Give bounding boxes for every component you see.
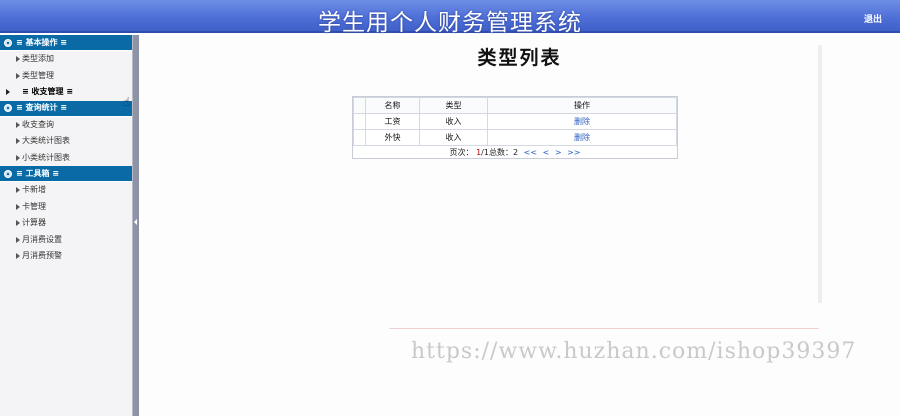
sidebar-item-card-add[interactable]: 卡新增 bbox=[0, 182, 132, 199]
sidebar-item-calculator[interactable]: 计算器 bbox=[0, 215, 132, 232]
sidebar-item-label: 计算器 bbox=[22, 218, 46, 227]
column-header-type: 类型 bbox=[419, 97, 488, 114]
watermark-text: https://www.huzhan.com/ishop39397 bbox=[411, 339, 857, 364]
sidebar-group-label: ≡ 工具箱 ≡ bbox=[16, 168, 59, 178]
sidebar-item-label: 类型管理 bbox=[22, 70, 54, 80]
sidebar-item-label: 小类统计图表 bbox=[22, 152, 70, 162]
sidebar-item-type-manage[interactable]: 类型管理 bbox=[0, 68, 132, 85]
sidebar-group-label: ≡ 基本操作 ≡ bbox=[16, 37, 67, 47]
sidebar-item-label: 收支查询 bbox=[22, 119, 54, 129]
sidebar-item-label: ≡ 收支管理 ≡ bbox=[22, 87, 73, 96]
cell-type: 收入 bbox=[419, 113, 488, 130]
arrow-right-icon bbox=[16, 253, 20, 259]
sidebar-item-subcategory-chart[interactable]: 小类统计图表 bbox=[0, 150, 132, 167]
vertical-scrollbar[interactable] bbox=[818, 45, 822, 303]
group-toggle-icon bbox=[4, 169, 12, 178]
sidebar-item-label: 月消费设置 bbox=[22, 234, 62, 244]
row-spacer bbox=[353, 129, 366, 146]
table-row: 外快 收入 删除 bbox=[353, 129, 677, 146]
sidebar-item-label: 大类统计图表 bbox=[22, 136, 70, 145]
arrow-right-icon bbox=[16, 236, 20, 243]
pager-total-pages: /1 bbox=[481, 148, 489, 157]
arrow-right-icon bbox=[16, 138, 20, 144]
table-header-row: 名称 类型 操作 bbox=[353, 97, 677, 114]
collapse-arrow-icon[interactable] bbox=[134, 219, 137, 225]
delete-link[interactable]: 删除 bbox=[487, 113, 677, 130]
pager-last-link[interactable]: >> bbox=[567, 148, 580, 157]
arrow-right-icon bbox=[6, 89, 10, 95]
sidebar-item-label: 月消费预警 bbox=[22, 251, 62, 260]
column-header-action: 操作 bbox=[487, 97, 677, 114]
table-header-spacer bbox=[353, 97, 366, 114]
sidebar-item-type-add[interactable]: 类型添加 bbox=[0, 51, 132, 68]
arrow-right-icon bbox=[16, 220, 20, 226]
type-table: 名称 类型 操作 工资 收入 删除 外快 收入 删除 bbox=[353, 97, 677, 146]
sidebar-group-query[interactable]: ≡ 查询统计 ≡ bbox=[0, 100, 132, 117]
delete-link[interactable]: 删除 bbox=[487, 129, 677, 146]
sidebar-group-tools[interactable]: ≡ 工具箱 ≡ bbox=[0, 166, 132, 182]
cell-name: 外快 bbox=[365, 129, 420, 146]
arrow-right-icon bbox=[16, 203, 20, 210]
arrow-right-icon bbox=[16, 121, 20, 128]
pager-first-link[interactable]: << bbox=[524, 148, 537, 157]
main-content: 类型列表 名称 类型 操作 工资 收入 删除 外快 收入 删除 页次： 1/1总… bbox=[139, 35, 900, 416]
sidebar-item-category-chart[interactable]: 大类统计图表 bbox=[0, 133, 132, 150]
pager-prev-link[interactable]: < bbox=[543, 148, 550, 157]
divider bbox=[389, 328, 819, 329]
arrow-right-icon bbox=[16, 154, 20, 161]
pager-total-label: 总数： bbox=[488, 148, 513, 157]
sidebar-group-basic[interactable]: ≡ 基本操作 ≡ bbox=[0, 35, 132, 51]
cell-name: 工资 bbox=[365, 113, 420, 130]
type-table-container: 名称 类型 操作 工资 收入 删除 外快 收入 删除 页次： 1/1总数：2 <… bbox=[352, 96, 678, 159]
table-row: 工资 收入 删除 bbox=[353, 113, 677, 130]
row-spacer bbox=[353, 113, 366, 130]
sidebar-item-income-query[interactable]: 收支查询 bbox=[0, 117, 132, 134]
app-title: 学生用个人财务管理系统 bbox=[318, 10, 582, 36]
sidebar-item-label: 卡新增 bbox=[22, 185, 46, 194]
sidebar-item-card-manage[interactable]: 卡管理 bbox=[0, 199, 132, 216]
pager-total-count: 2 bbox=[512, 148, 519, 157]
column-header-name: 名称 bbox=[365, 97, 420, 114]
sidebar-item-monthly-setting[interactable]: 月消费设置 bbox=[0, 232, 132, 249]
group-toggle-icon bbox=[4, 38, 12, 47]
pagination: 页次： 1/1总数：2 << < > >> bbox=[353, 146, 677, 160]
sidebar-item-label: 类型添加 bbox=[22, 54, 54, 63]
sidebar-item-income-expense[interactable]: ≡ 收支管理 ≡ bbox=[0, 84, 132, 101]
app-header: 学生用个人财务管理系统 退出 bbox=[0, 0, 900, 36]
sidebar-group-label: ≡ 查询统计 ≡ bbox=[16, 103, 67, 112]
group-toggle-icon bbox=[4, 104, 12, 112]
logout-link[interactable]: 退出 bbox=[864, 12, 882, 25]
cell-type: 收入 bbox=[419, 129, 488, 146]
arrow-right-icon bbox=[16, 56, 20, 62]
sidebar-item-monthly-alert[interactable]: 月消费预警 bbox=[0, 248, 132, 265]
arrow-right-icon bbox=[16, 72, 20, 79]
hand-cursor-icon: ☝ bbox=[123, 95, 131, 109]
sidebar-item-label: 卡管理 bbox=[22, 201, 46, 211]
page-title: 类型列表 bbox=[477, 47, 562, 69]
sidebar: ≡ 基本操作 ≡ 类型添加 类型管理 ≡ 收支管理 ≡ ≡ 查询统计 ≡ 收支查… bbox=[0, 35, 133, 416]
pager-next-link[interactable]: > bbox=[555, 148, 562, 157]
arrow-right-icon bbox=[16, 187, 20, 193]
pager-page-label: 页次： bbox=[449, 148, 474, 157]
